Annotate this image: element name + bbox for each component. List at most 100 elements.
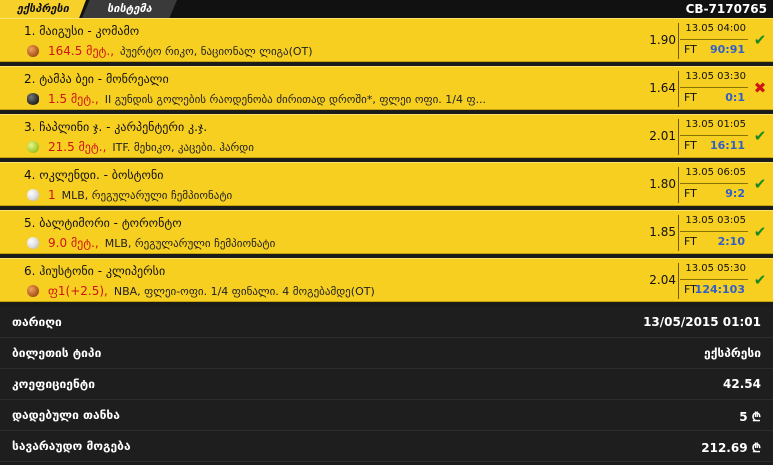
result-box: 13.05 05:30 FT 124:103 bbox=[680, 262, 748, 300]
bet-details: 9.0 მეტ., MLB, რეგულარული ჩემპიონატი bbox=[27, 236, 275, 250]
summary-label: ბილეთის ტიპი bbox=[12, 346, 102, 360]
bet-odds: 2.04 bbox=[649, 273, 676, 287]
check-icon: ✔ bbox=[753, 175, 767, 193]
summary-label: დადებული თანხა bbox=[12, 408, 120, 422]
bet-details: ფ1(+2.5), NBA, ფლეი-ოფი. 1/4 ფინალი. 4 მ… bbox=[27, 284, 375, 298]
final-score: 0:1 bbox=[725, 91, 745, 104]
bet-details: 1 MLB, რეგულარული ჩემპიონატი bbox=[27, 188, 232, 202]
bet-odds: 1.90 bbox=[649, 33, 676, 47]
bet-row[interactable]: 6. ჰიუსტონი - კლიპერსი ფ1(+2.5), NBA, ფლ… bbox=[0, 258, 773, 302]
bet-description: პუერტო რიკო, ნაციონალ ლიგა(OT) bbox=[120, 44, 313, 58]
result-line: FT 124:103 bbox=[680, 279, 748, 298]
bet-odds: 2.01 bbox=[649, 129, 676, 143]
summary-value: 42.54 bbox=[723, 377, 761, 391]
bet-description: NBA, ფლეი-ოფი. 1/4 ფინალი. 4 მოგებამდე(O… bbox=[113, 284, 375, 298]
bet-pick: 1 bbox=[48, 188, 56, 202]
final-score: 90:91 bbox=[709, 43, 745, 56]
ft-label: FT bbox=[684, 91, 697, 104]
check-icon: ✔ bbox=[753, 271, 767, 289]
result-line: FT 2:10 bbox=[680, 231, 748, 250]
bet-description: II გუნდის გოლების რაოდენობა ძირითად დროშ… bbox=[104, 92, 487, 106]
summary-row: სავარაუდო მოგება 212.69 ₾ bbox=[0, 431, 773, 462]
bet-odds: 1.64 bbox=[649, 81, 676, 95]
bet-row[interactable]: 3. ჩაპლინი ჯ. - კარპენტერი კ.ჯ. 21.5 მეტ… bbox=[0, 114, 773, 158]
bet-description: MLB, რეგულარული ჩემპიონატი bbox=[61, 188, 233, 202]
match-title: 2. ტამპა ბეი - მონრეალი bbox=[24, 72, 169, 86]
divider bbox=[678, 23, 679, 59]
final-score: 124:103 bbox=[694, 283, 745, 296]
summary-label: სავარაუდო მოგება bbox=[12, 439, 131, 453]
result-box: 13.05 06:05 FT 9:2 bbox=[680, 166, 748, 204]
divider bbox=[678, 263, 679, 299]
ft-label: FT bbox=[684, 43, 697, 56]
match-datetime: 13.05 03:05 bbox=[685, 215, 746, 226]
summary-value: 13/05/2015 01:01 bbox=[643, 315, 761, 329]
bet-pick: 21.5 მეტ., bbox=[48, 140, 107, 154]
ticket-header: ექსპრესი სისტემა CB-7170765 bbox=[0, 0, 773, 18]
check-icon: ✔ bbox=[753, 31, 767, 49]
match-datetime: 13.05 04:00 bbox=[685, 23, 746, 34]
match-title: 4. ოკლენდი. - ბოსტონი bbox=[24, 168, 164, 182]
result-box: 13.05 03:05 FT 2:10 bbox=[680, 214, 748, 252]
ticket-id: CB-7170765 bbox=[685, 2, 767, 16]
bet-pick: 1.5 მეტ., bbox=[48, 92, 99, 106]
bet-odds: 1.80 bbox=[649, 177, 676, 191]
result-line: FT 16:11 bbox=[680, 135, 748, 154]
bet-row[interactable]: 1. მაიგუსი - კომამო 164.5 მეტ., პუერტო რ… bbox=[0, 18, 773, 62]
baseball-icon bbox=[27, 189, 39, 201]
tab-system[interactable]: სისტემა bbox=[82, 0, 177, 18]
divider bbox=[678, 119, 679, 155]
final-score: 16:11 bbox=[709, 139, 745, 152]
summary-row: ბილეთის ტიპი ექსპრესი bbox=[0, 338, 773, 369]
match-title: 1. მაიგუსი - კომამო bbox=[24, 24, 140, 38]
bet-row[interactable]: 5. ბალტიმორი - ტორონტო 9.0 მეტ., MLB, რე… bbox=[0, 210, 773, 254]
match-datetime: 13.05 06:05 bbox=[685, 167, 746, 178]
bet-details: 164.5 მეტ., პუერტო რიკო, ნაციონალ ლიგა(O… bbox=[27, 44, 313, 58]
basketball-icon bbox=[27, 285, 39, 297]
bet-pick: ფ1(+2.5), bbox=[48, 284, 108, 298]
cross-icon: ✖ bbox=[753, 79, 767, 97]
bet-pick: 9.0 მეტ., bbox=[48, 236, 99, 250]
match-datetime: 13.05 01:05 bbox=[685, 119, 746, 130]
match-title: 6. ჰიუსტონი - კლიპერსი bbox=[24, 264, 166, 278]
bet-row[interactable]: 2. ტამპა ბეი - მონრეალი 1.5 მეტ., II გუნ… bbox=[0, 66, 773, 110]
result-box: 13.05 01:05 FT 16:11 bbox=[680, 118, 748, 156]
match-title: 5. ბალტიმორი - ტორონტო bbox=[24, 216, 182, 230]
divider bbox=[678, 167, 679, 203]
bet-row[interactable]: 4. ოკლენდი. - ბოსტონი 1 MLB, რეგულარული … bbox=[0, 162, 773, 206]
final-score: 2:10 bbox=[717, 235, 745, 248]
bet-description: ITF. მეხიკო, კაცები. ჰარდი bbox=[112, 140, 254, 154]
bet-description: MLB, რეგულარული ჩემპიონატი bbox=[104, 236, 276, 250]
summary-row: კოეფიციენტი 42.54 bbox=[0, 369, 773, 400]
result-line: FT 9:2 bbox=[680, 183, 748, 202]
ft-label: FT bbox=[684, 187, 697, 200]
result-line: FT 0:1 bbox=[680, 87, 748, 106]
match-datetime: 13.05 03:30 bbox=[685, 71, 746, 82]
summary-value: ექსპრესი bbox=[704, 346, 761, 360]
baseball-icon bbox=[27, 237, 39, 249]
check-icon: ✔ bbox=[753, 127, 767, 145]
tennis-icon bbox=[27, 141, 39, 153]
summary-label: კოეფიციენტი bbox=[12, 377, 95, 391]
bet-pick: 164.5 მეტ., bbox=[48, 44, 115, 58]
divider bbox=[678, 71, 679, 107]
ft-label: FT bbox=[684, 139, 697, 152]
match-datetime: 13.05 05:30 bbox=[685, 263, 746, 274]
match-title: 3. ჩაპლინი ჯ. - კარპენტერი კ.ჯ. bbox=[24, 120, 208, 134]
summary-label: თარიღი bbox=[12, 315, 62, 329]
bet-details: 21.5 მეტ., ITF. მეხიკო, კაცები. ჰარდი bbox=[27, 140, 254, 154]
summary-row: თარიღი 13/05/2015 01:01 bbox=[0, 307, 773, 338]
summary-value: 212.69 ₾ bbox=[701, 441, 761, 455]
result-box: 13.05 03:30 FT 0:1 bbox=[680, 70, 748, 108]
bet-odds: 1.85 bbox=[649, 225, 676, 239]
tab-express[interactable]: ექსპრესი bbox=[0, 0, 86, 18]
divider bbox=[678, 215, 679, 251]
bet-details: 1.5 მეტ., II გუნდის გოლების რაოდენობა ძი… bbox=[27, 92, 486, 106]
check-icon: ✔ bbox=[753, 223, 767, 241]
hockey-icon bbox=[27, 93, 39, 105]
ft-label: FT bbox=[684, 235, 697, 248]
final-score: 9:2 bbox=[725, 187, 745, 200]
result-box: 13.05 04:00 FT 90:91 bbox=[680, 22, 748, 60]
basketball-icon bbox=[27, 45, 39, 57]
summary-row: დადებული თანხა 5 ₾ bbox=[0, 400, 773, 431]
